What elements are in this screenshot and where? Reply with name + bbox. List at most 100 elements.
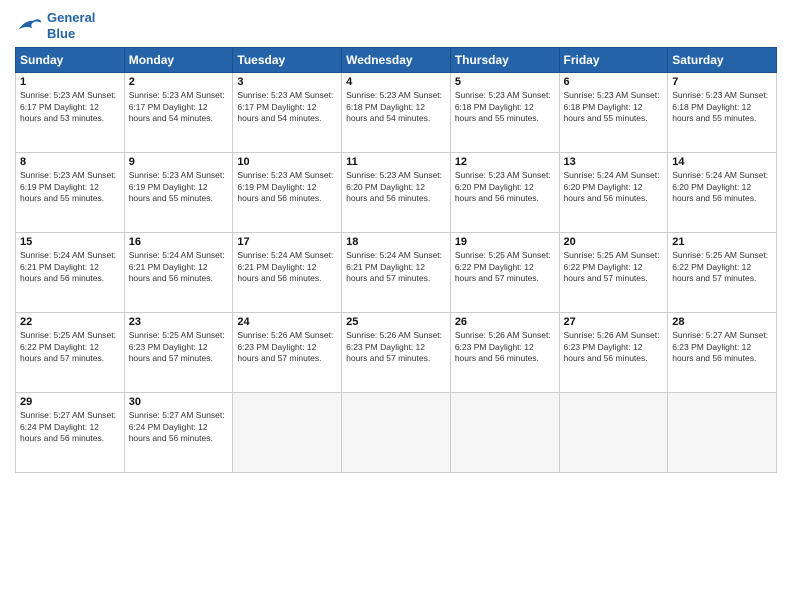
calendar-day: 26 Sunrise: 5:26 AM Sunset: 6:23 PM Dayli…: [450, 313, 559, 393]
calendar-day: 2 Sunrise: 5:23 AM Sunset: 6:17 PM Daylig…: [124, 73, 233, 153]
day-number: 21: [672, 236, 772, 248]
day-info: Sunrise: 5:23 AM Sunset: 6:19 PM Dayligh…: [237, 170, 337, 204]
calendar-day: 20 Sunrise: 5:25 AM Sunset: 6:22 PM Dayli…: [559, 233, 668, 313]
day-info: Sunrise: 5:23 AM Sunset: 6:18 PM Dayligh…: [346, 90, 446, 124]
day-number: 19: [455, 236, 555, 248]
day-number: 1: [20, 76, 120, 88]
day-number: 27: [564, 316, 664, 328]
weekday-friday: Friday: [559, 48, 668, 73]
weekday-sunday: Sunday: [16, 48, 125, 73]
day-number: 17: [237, 236, 337, 248]
calendar-day: 27 Sunrise: 5:26 AM Sunset: 6:23 PM Dayli…: [559, 313, 668, 393]
calendar-day: 9 Sunrise: 5:23 AM Sunset: 6:19 PM Daylig…: [124, 153, 233, 233]
day-info: Sunrise: 5:25 AM Sunset: 6:22 PM Dayligh…: [564, 250, 664, 284]
calendar-day: [450, 393, 559, 473]
day-info: Sunrise: 5:25 AM Sunset: 6:22 PM Dayligh…: [455, 250, 555, 284]
day-number: 5: [455, 76, 555, 88]
calendar-day: 11 Sunrise: 5:23 AM Sunset: 6:20 PM Dayli…: [342, 153, 451, 233]
calendar-day: 4Sunrise: 5:23 AM Sunset: 6:18 PM Daylig…: [342, 73, 451, 153]
calendar-day: 21 Sunrise: 5:25 AM Sunset: 6:22 PM Dayli…: [668, 233, 777, 313]
day-number: 29: [20, 396, 120, 408]
calendar-day: 12 Sunrise: 5:23 AM Sunset: 6:20 PM Dayli…: [450, 153, 559, 233]
calendar-day: 28 Sunrise: 5:27 AM Sunset: 6:23 PM Dayli…: [668, 313, 777, 393]
day-number: 16: [129, 236, 229, 248]
day-info: Sunrise: 5:24 AM Sunset: 6:21 PM Dayligh…: [20, 250, 120, 284]
logo: General Blue: [15, 10, 95, 41]
calendar-day: 1Sunrise: 5:23 AM Sunset: 6:17 PM Daylig…: [16, 73, 125, 153]
calendar-week-2: 8 Sunrise: 5:23 AM Sunset: 6:19 PM Daylig…: [16, 153, 777, 233]
day-info: Sunrise: 5:26 AM Sunset: 6:23 PM Dayligh…: [564, 330, 664, 364]
day-info: Sunrise: 5:23 AM Sunset: 6:19 PM Dayligh…: [20, 170, 120, 204]
calendar-body: 1 Sunrise: 5:23 AM Sunset: 6:17 PM Daylig…: [16, 73, 777, 473]
day-info: Sunrise: 5:25 AM Sunset: 6:22 PM Dayligh…: [20, 330, 120, 364]
day-info: Sunrise: 5:23 AM Sunset: 6:19 PM Dayligh…: [129, 170, 229, 204]
day-number: 10: [237, 156, 337, 168]
day-number: 20: [564, 236, 664, 248]
calendar-day: 10 Sunrise: 5:23 AM Sunset: 6:19 PM Dayli…: [233, 153, 342, 233]
calendar-day: [342, 393, 451, 473]
day-info: Sunrise: 5:23 AM Sunset: 6:20 PM Dayligh…: [455, 170, 555, 204]
calendar-day: 16 Sunrise: 5:24 AM Sunset: 6:21 PM Dayli…: [124, 233, 233, 313]
day-info: Sunrise: 5:26 AM Sunset: 6:23 PM Dayligh…: [237, 330, 337, 364]
day-number: 18: [346, 236, 446, 248]
day-info: Sunrise: 5:27 AM Sunset: 6:23 PM Dayligh…: [672, 330, 772, 364]
day-number: 14: [672, 156, 772, 168]
logo-icon: [15, 15, 43, 37]
calendar-day: 19 Sunrise: 5:25 AM Sunset: 6:22 PM Dayli…: [450, 233, 559, 313]
day-info: Sunrise: 5:27 AM Sunset: 6:24 PM Dayligh…: [129, 410, 229, 444]
calendar-day: 22 Sunrise: 5:25 AM Sunset: 6:22 PM Dayli…: [16, 313, 125, 393]
day-number: 3: [237, 76, 337, 88]
weekday-header-row: SundayMondayTuesdayWednesdayThursdayFrid…: [16, 48, 777, 73]
calendar-day: [233, 393, 342, 473]
calendar-day: 29 Sunrise: 5:27 AM Sunset: 6:24 PM Dayli…: [16, 393, 125, 473]
day-number: 26: [455, 316, 555, 328]
day-info: Sunrise: 5:24 AM Sunset: 6:21 PM Dayligh…: [346, 250, 446, 284]
day-number: 6: [564, 76, 664, 88]
day-info: Sunrise: 5:23 AM Sunset: 6:18 PM Dayligh…: [564, 90, 664, 124]
calendar-day: [559, 393, 668, 473]
day-number: 12: [455, 156, 555, 168]
day-info: Sunrise: 5:26 AM Sunset: 6:23 PM Dayligh…: [455, 330, 555, 364]
calendar-day: 24Sunrise: 5:26 AM Sunset: 6:23 PM Dayli…: [233, 313, 342, 393]
calendar-table: SundayMondayTuesdayWednesdayThursdayFrid…: [15, 47, 777, 473]
day-number: 8: [20, 156, 120, 168]
weekday-monday: Monday: [124, 48, 233, 73]
weekday-saturday: Saturday: [668, 48, 777, 73]
day-info: Sunrise: 5:23 AM Sunset: 6:18 PM Dayligh…: [455, 90, 555, 124]
calendar-day: 5 Sunrise: 5:23 AM Sunset: 6:18 PM Daylig…: [450, 73, 559, 153]
calendar-day: 14Sunrise: 5:24 AM Sunset: 6:20 PM Dayli…: [668, 153, 777, 233]
weekday-thursday: Thursday: [450, 48, 559, 73]
weekday-tuesday: Tuesday: [233, 48, 342, 73]
day-info: Sunrise: 5:23 AM Sunset: 6:17 PM Dayligh…: [237, 90, 337, 124]
page-container: General Blue SundayMondayTuesdayWednesda…: [0, 0, 792, 612]
day-info: Sunrise: 5:24 AM Sunset: 6:21 PM Dayligh…: [129, 250, 229, 284]
day-info: Sunrise: 5:23 AM Sunset: 6:20 PM Dayligh…: [346, 170, 446, 204]
calendar-day: [668, 393, 777, 473]
day-number: 15: [20, 236, 120, 248]
calendar-day: 15 Sunrise: 5:24 AM Sunset: 6:21 PM Dayli…: [16, 233, 125, 313]
calendar-week-5: 29 Sunrise: 5:27 AM Sunset: 6:24 PM Dayli…: [16, 393, 777, 473]
calendar-week-1: 1 Sunrise: 5:23 AM Sunset: 6:17 PM Daylig…: [16, 73, 777, 153]
day-number: 11: [346, 156, 446, 168]
calendar-day: 6 Sunrise: 5:23 AM Sunset: 6:18 PM Daylig…: [559, 73, 668, 153]
day-info: Sunrise: 5:24 AM Sunset: 6:20 PM Dayligh…: [564, 170, 664, 204]
day-info: Sunrise: 5:25 AM Sunset: 6:23 PM Dayligh…: [129, 330, 229, 364]
day-info: Sunrise: 5:23 AM Sunset: 6:17 PM Dayligh…: [129, 90, 229, 124]
weekday-wednesday: Wednesday: [342, 48, 451, 73]
page-header: General Blue: [15, 10, 777, 41]
calendar-day: 17 Sunrise: 5:24 AM Sunset: 6:21 PM Dayli…: [233, 233, 342, 313]
day-info: Sunrise: 5:26 AM Sunset: 6:23 PM Dayligh…: [346, 330, 446, 364]
day-number: 28: [672, 316, 772, 328]
day-number: 22: [20, 316, 120, 328]
day-number: 25: [346, 316, 446, 328]
day-info: Sunrise: 5:25 AM Sunset: 6:22 PM Dayligh…: [672, 250, 772, 284]
day-number: 2: [129, 76, 229, 88]
day-info: Sunrise: 5:27 AM Sunset: 6:24 PM Dayligh…: [20, 410, 120, 444]
logo-text: General Blue: [47, 10, 95, 41]
calendar-header: SundayMondayTuesdayWednesdayThursdayFrid…: [16, 48, 777, 73]
day-number: 7: [672, 76, 772, 88]
day-number: 9: [129, 156, 229, 168]
day-number: 23: [129, 316, 229, 328]
calendar-day: 3 Sunrise: 5:23 AM Sunset: 6:17 PM Daylig…: [233, 73, 342, 153]
day-info: Sunrise: 5:24 AM Sunset: 6:21 PM Dayligh…: [237, 250, 337, 284]
